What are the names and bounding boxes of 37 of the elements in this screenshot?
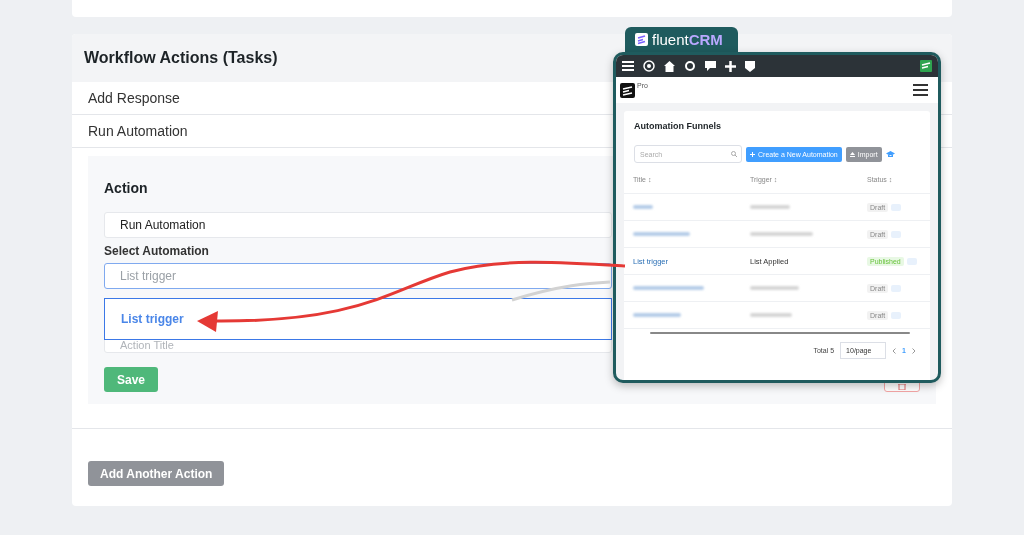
upload-icon xyxy=(849,151,855,157)
app-logo-icon[interactable] xyxy=(920,60,932,72)
page-heading: Automation Funnels xyxy=(633,120,722,131)
home-icon[interactable] xyxy=(664,60,675,72)
chevron-left-icon[interactable] xyxy=(892,347,897,354)
collapse-item[interactable]: Run Automation xyxy=(72,115,204,147)
brand-name: fluentCRM xyxy=(652,31,723,48)
dropdown-option[interactable]: List trigger xyxy=(121,312,184,326)
blurred-text xyxy=(633,313,681,317)
automation-select[interactable]: List trigger xyxy=(104,263,612,289)
shield-icon[interactable] xyxy=(745,60,755,72)
action-select[interactable]: Run Automation xyxy=(104,212,612,238)
comment-icon[interactable] xyxy=(705,60,716,72)
blurred-text xyxy=(750,232,813,236)
graduation-cap-icon[interactable] xyxy=(885,150,895,158)
field-label: Select Automation xyxy=(104,244,209,258)
plus-icon[interactable] xyxy=(725,60,736,72)
blurred-text xyxy=(633,205,653,209)
circle-logo-icon[interactable] xyxy=(643,60,655,72)
refresh-icon[interactable] xyxy=(684,60,696,72)
menu-icon[interactable] xyxy=(913,84,928,96)
blurred-text xyxy=(750,286,799,290)
search-icon xyxy=(731,151,737,157)
collapse-item[interactable]: Add Response xyxy=(72,82,196,114)
section-title: Workflow Actions (Tasks) xyxy=(84,49,278,67)
add-action-button[interactable]: Add Another Action xyxy=(88,461,225,486)
save-button[interactable]: Save xyxy=(104,367,159,392)
blurred-text xyxy=(750,205,790,209)
logo-icon xyxy=(620,82,635,98)
chevron-right-icon[interactable] xyxy=(912,347,916,354)
blurred-text xyxy=(750,313,792,317)
blurred-text xyxy=(633,232,690,236)
field-label: Action xyxy=(104,180,148,196)
logo-icon xyxy=(635,33,648,46)
plus-icon xyxy=(750,151,755,157)
trash-icon xyxy=(897,384,907,390)
blurred-text xyxy=(633,286,704,290)
